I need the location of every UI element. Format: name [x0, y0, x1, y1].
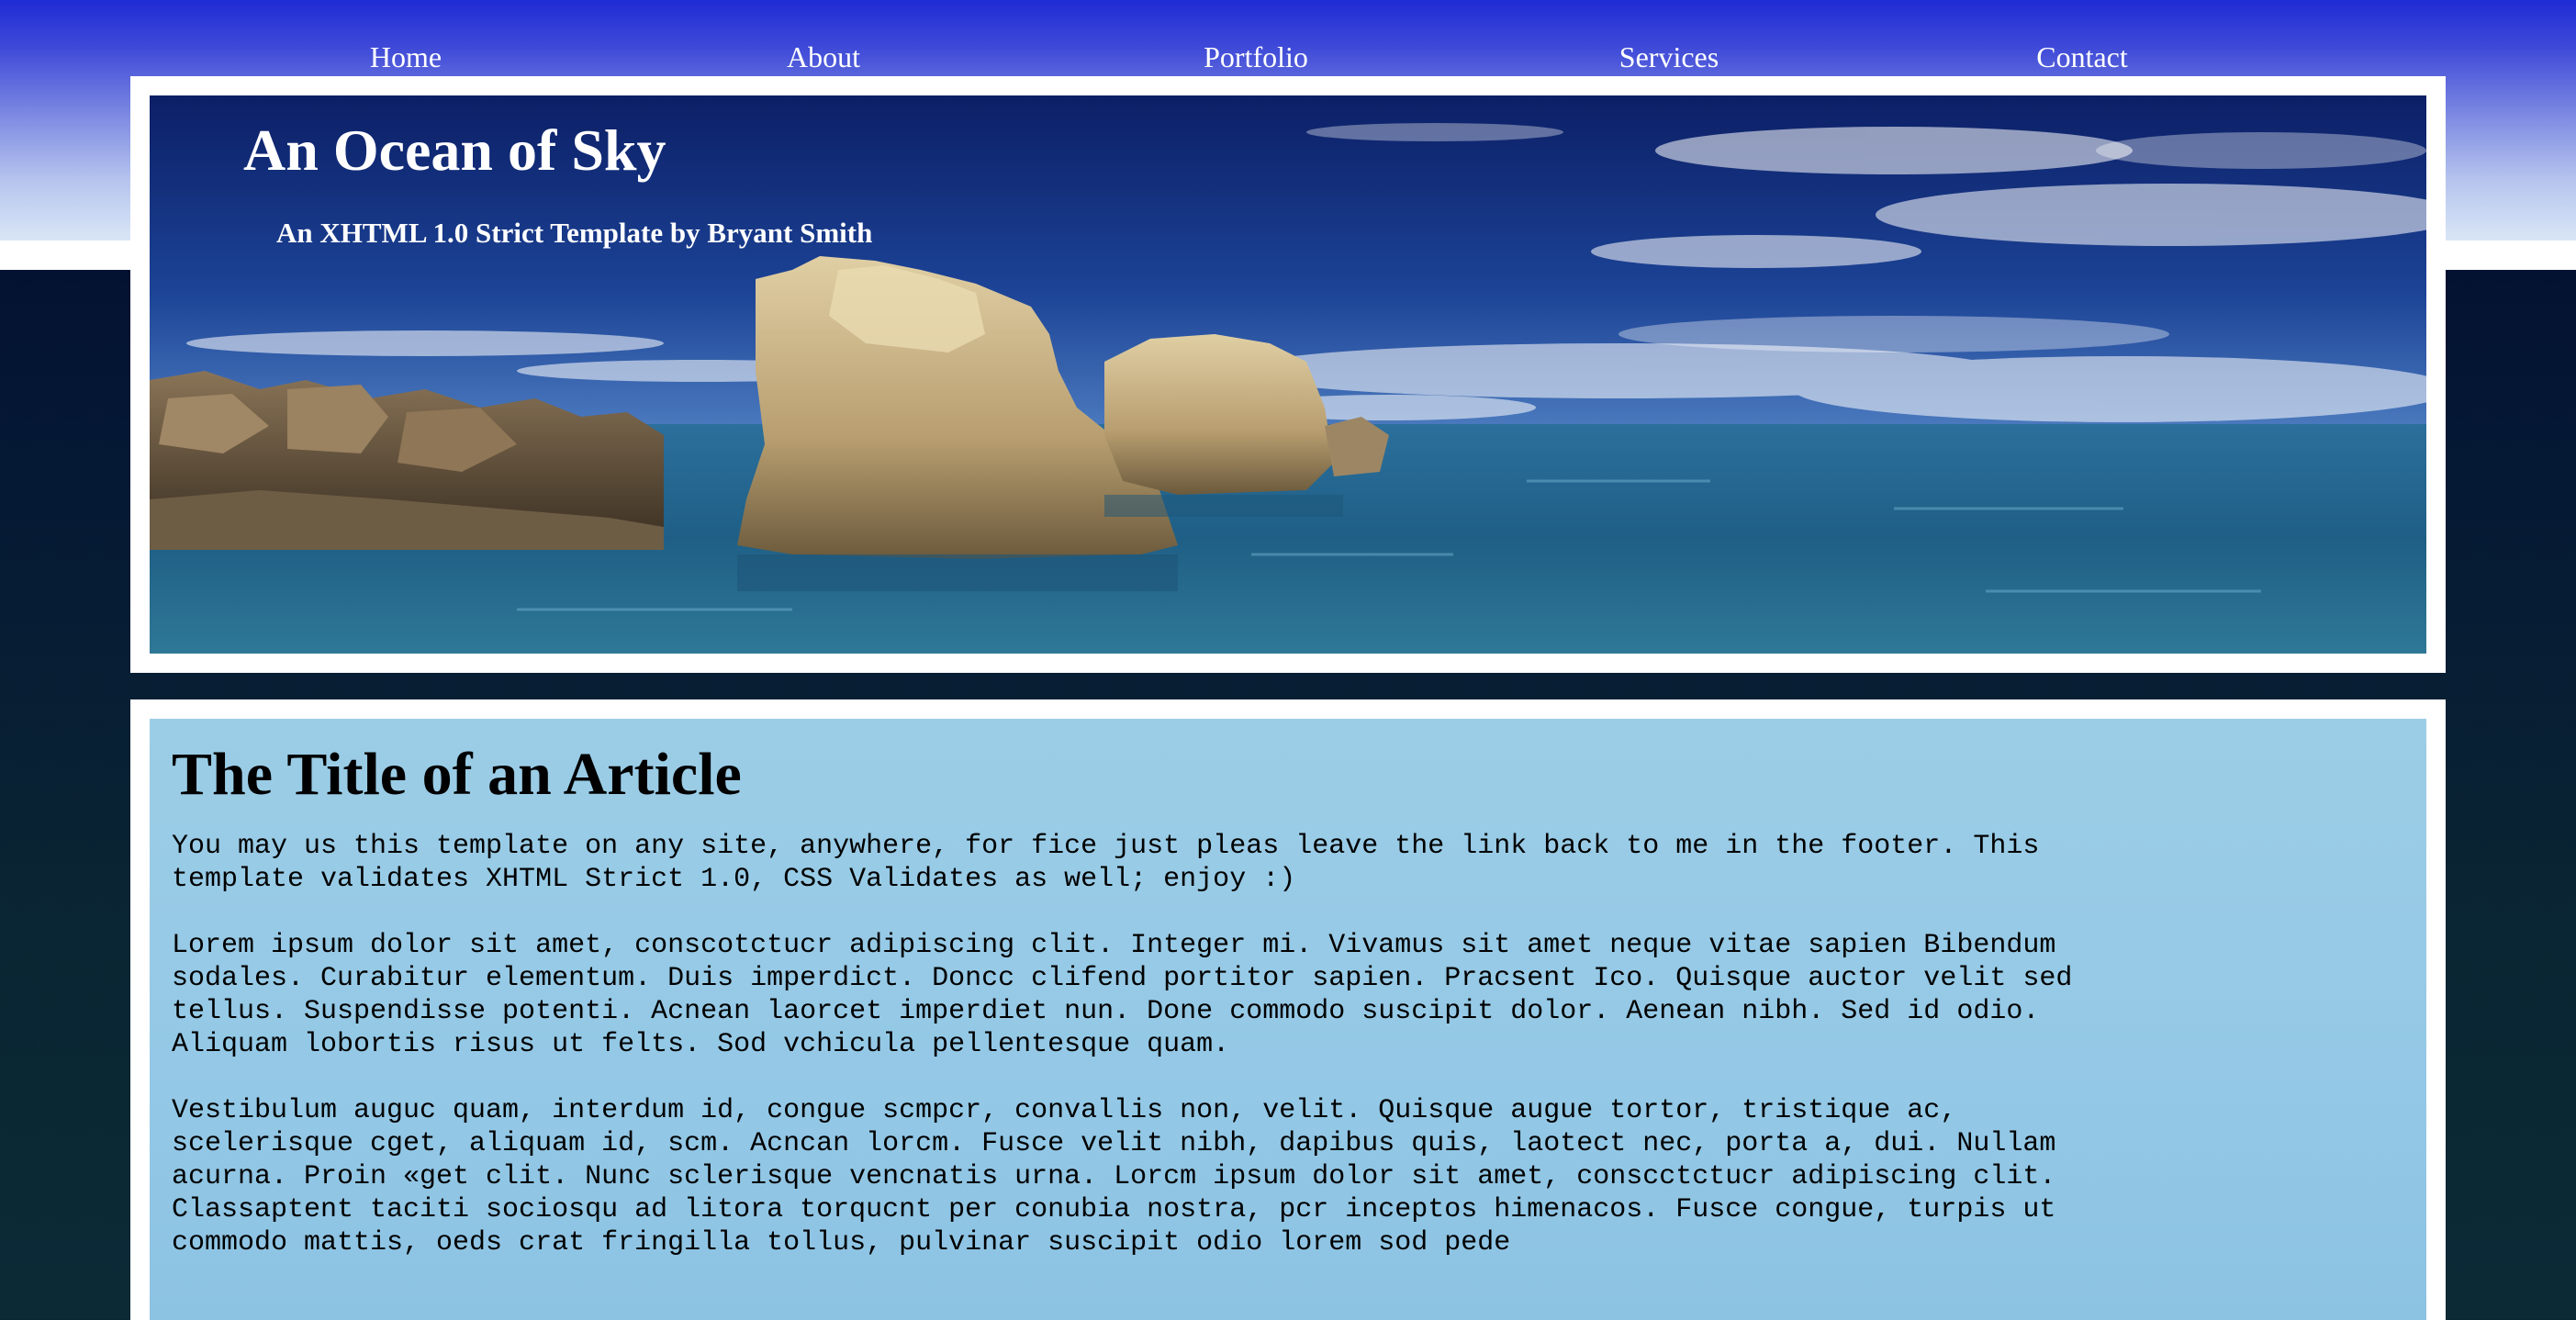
article-paragraph: Vestibulum auguc quam, interdum id, cong… [172, 1094, 2404, 1259]
article-paragraph: You may us this template on any site, an… [172, 830, 2404, 896]
nav-link-portfolio[interactable]: Portfolio [1204, 39, 1308, 75]
paragraph-line: You may us this template on any site, an… [172, 831, 2040, 862]
paragraph-line: Lorem ipsum dolor sit amet, conscotctucr… [172, 930, 2056, 961]
main-navigation: Home About Portfolio Services Contact [0, 39, 2576, 79]
paragraph-line: Vestibulum auguc quam, interdum id, cong… [172, 1095, 1957, 1126]
site-title: An Ocean of Sky [243, 117, 666, 183]
paragraph-line: scelerisque cget, aliquam id, scm. Acnca… [172, 1128, 2056, 1159]
article-title: The Title of an Article [172, 741, 742, 808]
paragraph-line: template validates XHTML Strict 1.0, CSS… [172, 864, 1296, 895]
article-content: The Title of an Article You may us this … [150, 719, 2426, 1320]
paragraph-line: acurna. Proin «get clit. Nunc sclerisque… [172, 1161, 2056, 1192]
site-subtitle: An XHTML 1.0 Strict Template by Bryant S… [276, 217, 873, 249]
article-paragraph: Lorem ipsum dolor sit amet, conscotctucr… [172, 929, 2404, 1061]
nav-link-home[interactable]: Home [370, 39, 442, 75]
paragraph-line: sodales. Curabitur elementum. Duis imper… [172, 963, 2073, 994]
nav-link-about[interactable]: About [787, 39, 860, 75]
nav-link-contact[interactable]: Contact [2036, 39, 2128, 75]
paragraph-line: commodo mattis, oeds crat fringilla toll… [172, 1227, 1511, 1258]
paragraph-line: Aliquam lobortis risus ut felts. Sod vch… [172, 1029, 1230, 1060]
header-banner: An Ocean of Sky An XHTML 1.0 Strict Temp… [150, 95, 2426, 654]
paragraph-line: Classaptent taciti sociosqu ad litora to… [172, 1194, 2056, 1225]
nav-link-services[interactable]: Services [1619, 39, 1719, 75]
paragraph-line: tellus. Suspendisse potenti. Acnean laor… [172, 996, 2040, 1027]
